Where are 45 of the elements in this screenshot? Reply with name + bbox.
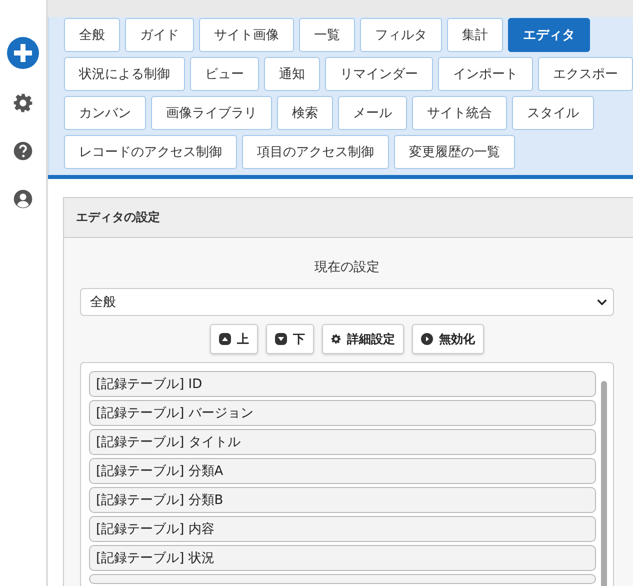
list-item[interactable]: [記録テーブル] 分類B — [89, 487, 596, 513]
tab[interactable]: 通知 — [264, 57, 320, 91]
toolbar-button[interactable]: 上 — [210, 324, 258, 354]
chevron-down-icon — [597, 298, 607, 306]
help-icon[interactable] — [13, 141, 33, 161]
add-icon[interactable] — [7, 37, 39, 69]
gear-icon — [331, 334, 341, 344]
tab[interactable]: エクスポー — [538, 57, 633, 91]
settings-dropdown[interactable]: 全般 — [80, 288, 614, 316]
tab[interactable]: サイト統合 — [412, 96, 507, 130]
list-item[interactable]: [記録テーブル] タイトル — [89, 429, 596, 455]
list-item[interactable]: [記録テーブル] 分類A — [89, 458, 596, 484]
toolbar-button[interactable]: 無効化 — [412, 324, 484, 354]
tab[interactable]: フィルタ — [360, 18, 442, 52]
list-item[interactable]: [記録テーブル] 内容 — [89, 516, 596, 542]
tab[interactable]: 状況による制御 — [64, 57, 185, 91]
tab[interactable]: レコードのアクセス制御 — [64, 135, 237, 169]
arrow-down-icon — [275, 333, 287, 345]
panel-title: エディタの設定 — [64, 198, 633, 238]
toolbar-button[interactable]: 詳細設定 — [322, 324, 404, 354]
list-item[interactable]: [記録テーブル] バージョン — [89, 400, 596, 426]
tab[interactable]: 項目のアクセス制御 — [242, 135, 389, 169]
tab[interactable]: 全般 — [64, 18, 120, 52]
toolbar-button[interactable]: 下 — [266, 324, 314, 354]
tab[interactable]: リマインダー — [325, 57, 433, 91]
tab[interactable]: エディタ — [508, 18, 590, 52]
tab[interactable]: 検索 — [277, 96, 333, 130]
tab[interactable]: 一覧 — [299, 18, 355, 52]
tab[interactable]: 集計 — [447, 18, 503, 52]
tab[interactable]: ビュー — [190, 57, 259, 91]
tab[interactable]: サイト画像 — [199, 18, 294, 52]
section-label: 現在の設定 — [314, 259, 380, 276]
tab[interactable]: メール — [338, 96, 407, 130]
tab[interactable]: 変更履歴の一覧 — [394, 135, 515, 169]
tab[interactable]: カンバン — [64, 96, 146, 130]
account-icon[interactable] — [13, 189, 33, 209]
tab[interactable]: ガイド — [125, 18, 194, 52]
tab[interactable]: スタイル — [512, 96, 594, 130]
list-item[interactable]: [記録テーブル] 状況 — [89, 545, 596, 571]
play-icon — [421, 333, 433, 345]
settings-icon[interactable] — [13, 93, 33, 113]
arrow-up-icon — [219, 333, 231, 345]
tab[interactable]: 画像ライブラリ — [151, 96, 272, 130]
list-item[interactable]: [記録テーブル] ID — [89, 371, 596, 397]
tab[interactable]: インポート — [438, 57, 533, 91]
